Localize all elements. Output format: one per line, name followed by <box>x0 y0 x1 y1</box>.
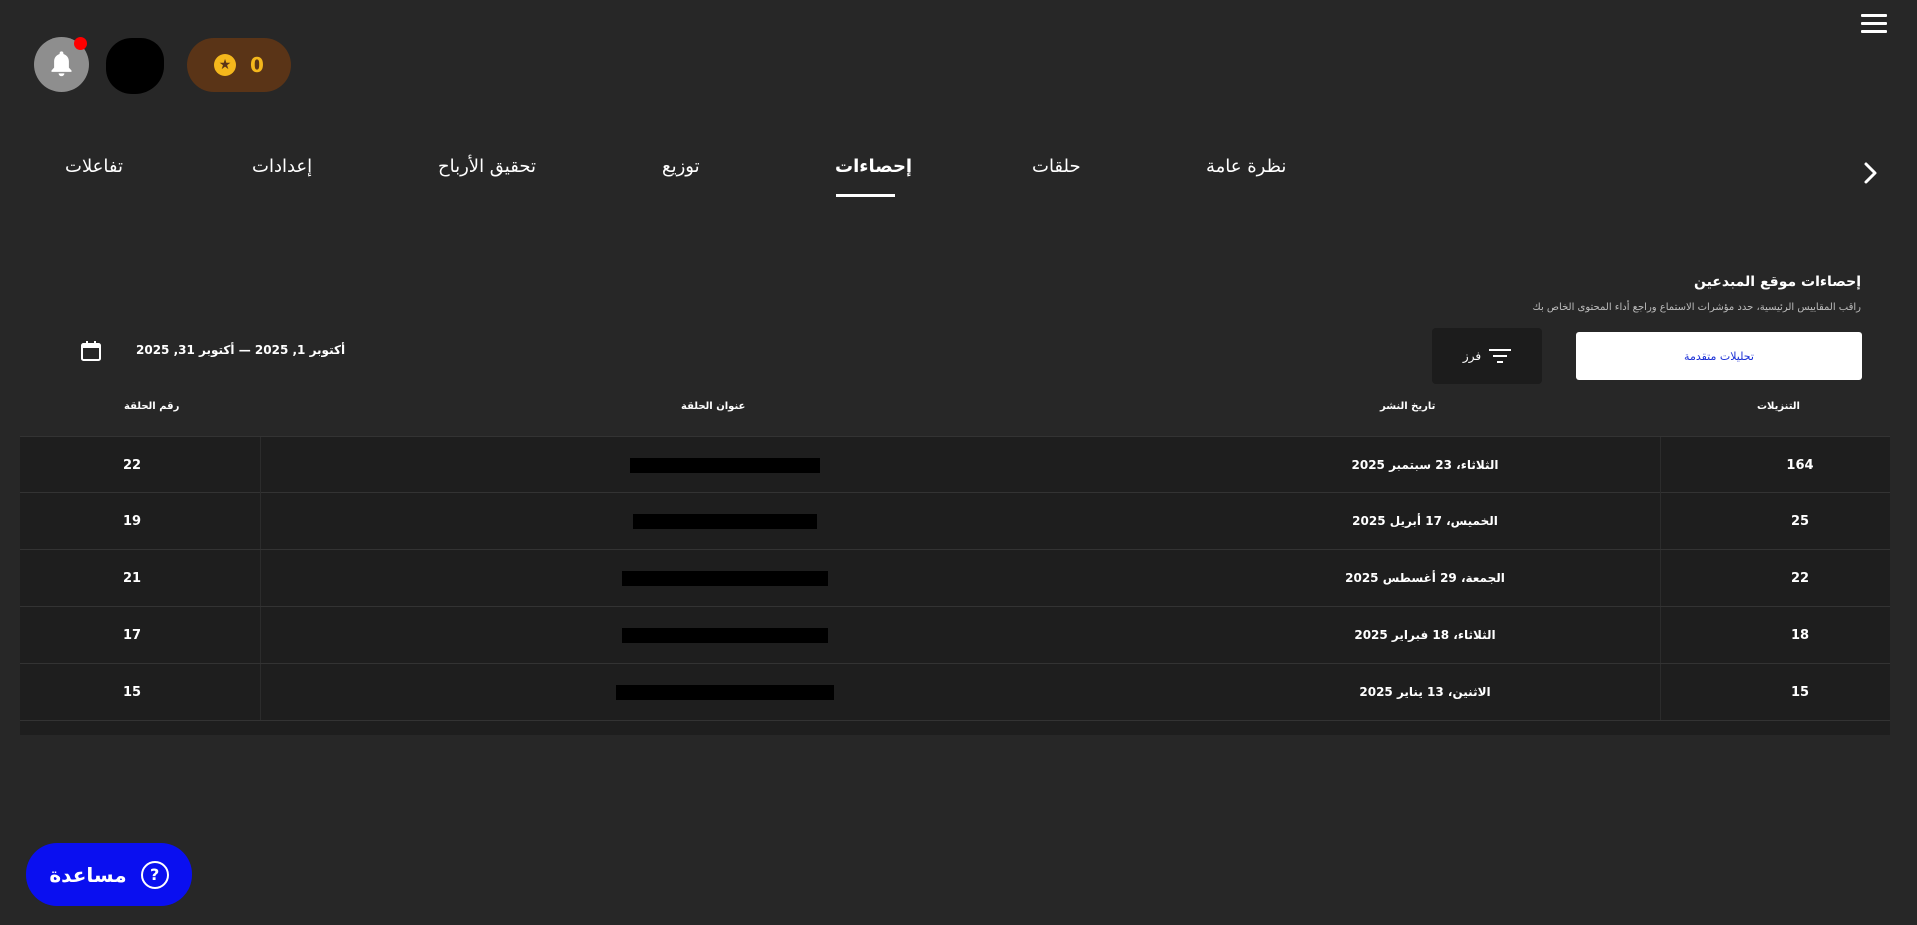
sort-button[interactable]: فرز <box>1432 328 1542 384</box>
episode-number-cell: 21 <box>122 570 142 586</box>
episode-title-cell[interactable] <box>580 607 870 663</box>
tab-distribution[interactable]: توزيع <box>662 156 700 177</box>
table-footer-edge <box>20 721 1890 735</box>
bell-icon <box>51 51 72 77</box>
points-badge[interactable]: ★ 0 <box>187 38 291 92</box>
star-icon: ★ <box>214 54 237 76</box>
tab-episodes[interactable]: حلقات <box>1032 156 1081 177</box>
downloads-cell: 18 <box>1790 627 1810 643</box>
avatar[interactable] <box>106 38 164 94</box>
notification-badge <box>74 37 87 50</box>
column-header-downloads[interactable]: التنزيلات <box>1757 401 1800 412</box>
episode-number-cell: 17 <box>122 627 142 643</box>
episode-title-cell[interactable] <box>580 437 870 493</box>
episode-number-cell: 19 <box>122 513 142 529</box>
column-header-publish-date[interactable]: تاريخ النشر <box>1380 401 1435 412</box>
episode-title-cell[interactable] <box>580 493 870 549</box>
downloads-cell: 25 <box>1790 513 1810 529</box>
publish-date-cell: الاثنين، 13 يناير 2025 <box>1359 685 1491 699</box>
tab-overview[interactable]: نظرة عامة <box>1206 156 1286 177</box>
notifications-button[interactable] <box>34 37 89 92</box>
episodes-table: 164 الثلاثاء، 23 سبتمبر 2025 22 25 الخمي… <box>20 436 1890 735</box>
column-header-episode-number[interactable]: رقم الحلقة <box>124 401 179 412</box>
episode-number-cell: 15 <box>122 684 142 700</box>
redacted-title <box>616 684 834 700</box>
calendar-icon[interactable] <box>80 340 102 362</box>
sort-label: فرز <box>1462 349 1482 363</box>
table-row[interactable]: 25 الخميس، 17 أبريل 2025 19 <box>20 493 1890 550</box>
hamburger-menu-icon[interactable] <box>1861 14 1887 36</box>
table-row[interactable]: 18 الثلاثاء، 18 فبراير 2025 17 <box>20 607 1890 664</box>
redacted-title <box>622 627 828 643</box>
question-icon: ? <box>140 860 169 889</box>
tab-interactions[interactable]: تفاعلات <box>65 156 123 177</box>
chevron-right-icon[interactable] <box>1859 159 1881 187</box>
redacted-title <box>630 457 820 473</box>
table-row[interactable]: 22 الجمعة، 29 أغسطس 2025 21 <box>20 550 1890 607</box>
downloads-cell: 164 <box>1786 457 1814 473</box>
episode-title-cell[interactable] <box>580 550 870 606</box>
downloads-cell: 22 <box>1790 570 1810 586</box>
tab-statistics[interactable]: إحصاءات <box>835 156 912 177</box>
publish-date-cell: الخميس، 17 أبريل 2025 <box>1352 514 1498 528</box>
downloads-cell: 15 <box>1790 684 1810 700</box>
tab-settings[interactable]: إعدادات <box>252 156 312 177</box>
episode-title-cell[interactable] <box>580 664 870 720</box>
publish-date-cell: الثلاثاء، 23 سبتمبر 2025 <box>1351 458 1499 472</box>
section-title: إحصاءات موقع المبدعين <box>1693 274 1861 290</box>
date-range[interactable]: أكتوبر 1, 2025 — أكتوبر 31, 2025 <box>136 343 345 357</box>
section-subtitle: راقب المقاييس الرئيسية، حدد مؤشرات الاست… <box>1532 302 1861 313</box>
active-tab-indicator <box>836 194 895 197</box>
episode-number-cell: 22 <box>122 457 142 473</box>
tab-monetization[interactable]: تحقيق الأرباح <box>438 156 536 177</box>
redacted-title <box>622 570 828 586</box>
column-header-episode-title[interactable]: عنوان الحلقة <box>681 401 745 412</box>
help-label: مساعدة <box>49 862 127 887</box>
table-row[interactable]: 15 الاثنين، 13 يناير 2025 15 <box>20 664 1890 721</box>
points-value: 0 <box>250 53 264 77</box>
publish-date-cell: الجمعة، 29 أغسطس 2025 <box>1345 571 1505 585</box>
advanced-analytics-button[interactable]: تحليلات متقدمة <box>1576 332 1862 380</box>
help-button[interactable]: مساعدة ? <box>26 843 192 906</box>
redacted-title <box>633 513 817 529</box>
filter-icon <box>1489 349 1512 363</box>
publish-date-cell: الثلاثاء، 18 فبراير 2025 <box>1354 628 1496 642</box>
table-row[interactable]: 164 الثلاثاء، 23 سبتمبر 2025 22 <box>20 436 1890 493</box>
